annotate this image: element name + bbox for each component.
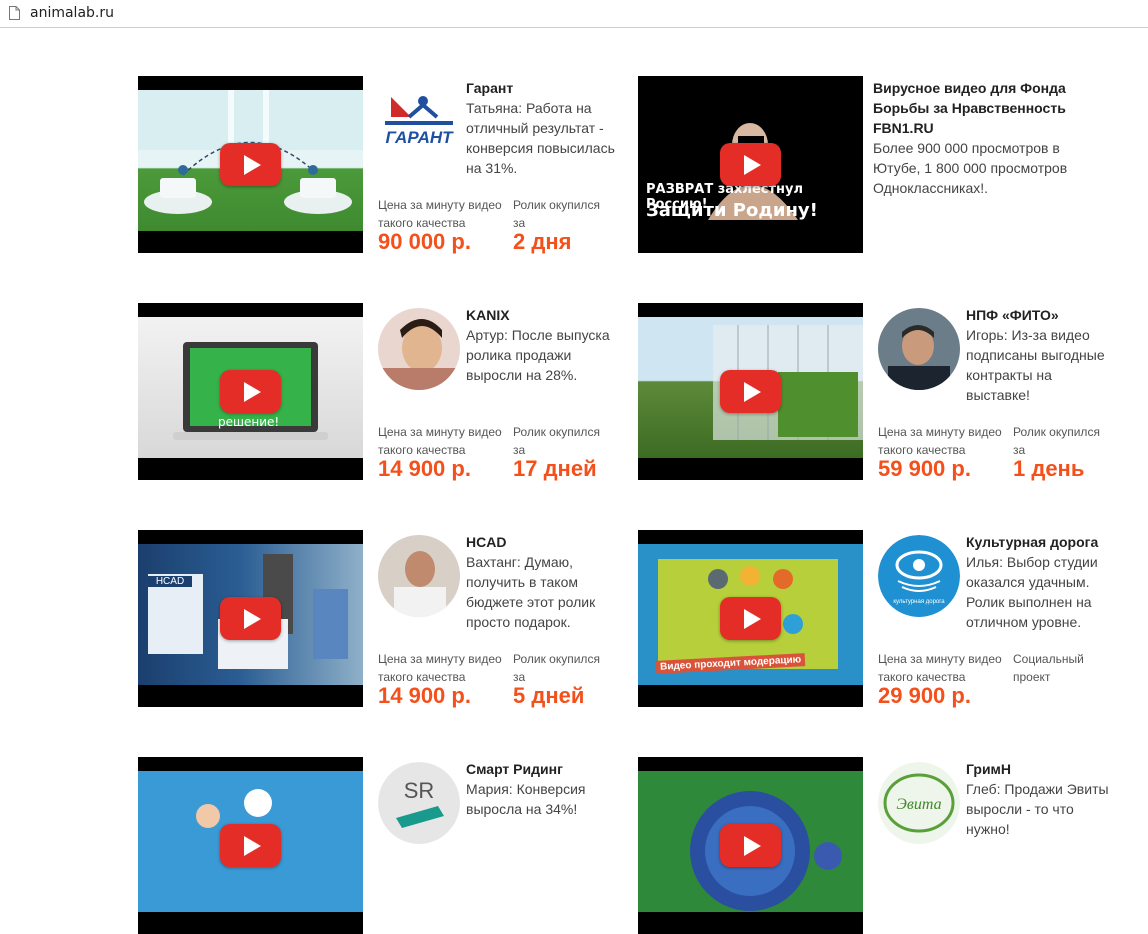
case-title: KANIX [466,307,510,323]
case-card-grimn: Эвита ГримН Глеб: Продажи Эвиты выросли … [638,757,1118,934]
project-type-label: Социальный проект [1013,652,1084,684]
payback-label: Ролик окупился за [513,425,600,457]
case-info: Смарт Ридинг Мария: Конверсия выросла на… [466,759,616,819]
svg-text:ГАРАНТ: ГАРАНТ [385,128,454,147]
case-card-garant: ГАРАНТ Гарант Татьяна: Работа на отличны… [138,76,618,254]
case-info: Гарант Татьяна: Работа на отличный резул… [466,78,616,178]
case-info: Вирусное видео для Фонда Борьбы за Нравс… [873,78,1088,198]
video-caption: решение! [218,415,280,429]
case-info: HCAD Вахтанг: Думаю, получить в таком бю… [466,532,616,632]
client-avatar [378,308,460,390]
video-thumbnail[interactable]: решение! [138,303,363,480]
play-button[interactable] [720,597,781,640]
case-testimonial: Более 900 000 просмотров в Ютубе, 1 800 … [873,140,1068,196]
case-card-fbn: РАЗВРАТ захлестнул Россию! Защити Родину… [638,76,1118,253]
address-bar[interactable]: animalab.ru [0,0,1148,28]
video-caption-2: Защити Родину! [646,200,818,221]
client-avatar [378,535,460,617]
play-button[interactable] [720,143,781,186]
play-button[interactable] [220,370,281,413]
play-button[interactable] [220,143,281,186]
play-button[interactable] [720,370,781,413]
case-title: Культурная дорога [966,534,1099,550]
video-thumbnail[interactable] [138,76,363,253]
payback-label: Ролик окупился за [513,652,600,684]
payback-label: Ролик окупился за [1013,425,1100,457]
company-logo: ГАРАНТ [383,91,455,151]
case-testimonial: Татьяна: Работа на отличный результат - … [466,100,615,176]
payback-value: 1 день [1013,456,1085,481]
price-label: Цена за минуту видео такого качества [878,652,1002,684]
case-testimonial: Артур: После выпуска ролика продажи выро… [466,327,610,383]
case-title: ГримН [966,761,1012,777]
price-label: Цена за минуту видео такого качества [378,652,502,684]
play-button[interactable] [720,824,781,867]
company-logo: культурная дорога [878,535,960,617]
price-label: Цена за минуту видео такого качества [878,425,1002,457]
payback-label: Ролик окупился за [513,198,600,230]
svg-text:культурная дорога: культурная дорога [893,599,945,605]
price-value: 29 900 р. [878,683,971,708]
video-thumbnail[interactable] [138,757,363,934]
video-thumbnail[interactable]: РАЗВРАТ захлестнул Россию! Защити Родину… [638,76,863,253]
company-logo: SR [378,762,460,844]
case-testimonial: Илья: Выбор студии оказался удачным. Рол… [966,554,1098,630]
client-avatar [878,308,960,390]
case-title: НПФ «ФИТО» [966,307,1059,323]
case-testimonial: Игорь: Из-за видео подписаны выгодные ко… [966,327,1105,403]
price-value: 59 900 р. [878,456,971,481]
case-testimonial: Глеб: Продажи Эвиты выросли - то что нуж… [966,781,1109,837]
case-card-smart-reading: SR Смарт Ридинг Мария: Конверсия выросла… [138,757,618,934]
payback-value: 2 дня [513,229,572,254]
case-info: KANIX Артур: После выпуска ролика продаж… [466,305,616,385]
play-button[interactable] [220,824,281,867]
video-thumbnail[interactable]: Видео проходит модерацию [638,530,863,707]
price-label: Цена за минуту видео такого качества [378,425,502,457]
price-value: 14 900 р. [378,456,471,481]
company-logo: Эвита [878,762,960,844]
payback-value: 5 дней [513,683,585,708]
case-info: Культурная дорога Илья: Выбор студии ока… [966,532,1116,632]
url-text: animalab.ru [30,5,114,21]
case-card-kanix: решение! KANIX Артур: После выпуска роли… [138,303,618,481]
case-title: Гарант [466,80,514,96]
video-thumbnail[interactable]: HCAD [138,530,363,707]
svg-text:SR: SR [404,778,435,803]
case-card-hcad: HCAD HCAD Вахтанг: Думаю, получить в так… [138,530,618,708]
play-button[interactable] [220,597,281,640]
case-card-fito: НПФ «ФИТО» Игорь: Из-за видео подписаны … [638,303,1118,481]
case-testimonial: Мария: Конверсия выросла на 34%! [466,781,586,817]
case-title: HCAD [466,534,507,550]
case-testimonial: Вахтанг: Думаю, получить в таком бюджете… [466,554,596,630]
price-value: 14 900 р. [378,683,471,708]
case-info: НПФ «ФИТО» Игорь: Из-за видео подписаны … [966,305,1116,405]
case-title: Вирусное видео для Фонда Борьбы за Нравс… [873,80,1066,136]
payback-value: 17 дней [513,456,597,481]
video-thumbnail[interactable] [638,303,863,480]
video-thumbnail[interactable] [638,757,863,934]
case-title: Смарт Ридинг [466,761,563,777]
case-card-culture-road: Видео проходит модерацию культурная доро… [638,530,1118,708]
page-icon [9,6,20,20]
price-label: Цена за минуту видео такого качества [378,198,502,230]
video-caption: HCAD [148,576,192,587]
case-info: ГримН Глеб: Продажи Эвиты выросли - то ч… [966,759,1116,839]
price-value: 90 000 р. [378,229,471,254]
svg-text:Эвита: Эвита [896,796,941,813]
